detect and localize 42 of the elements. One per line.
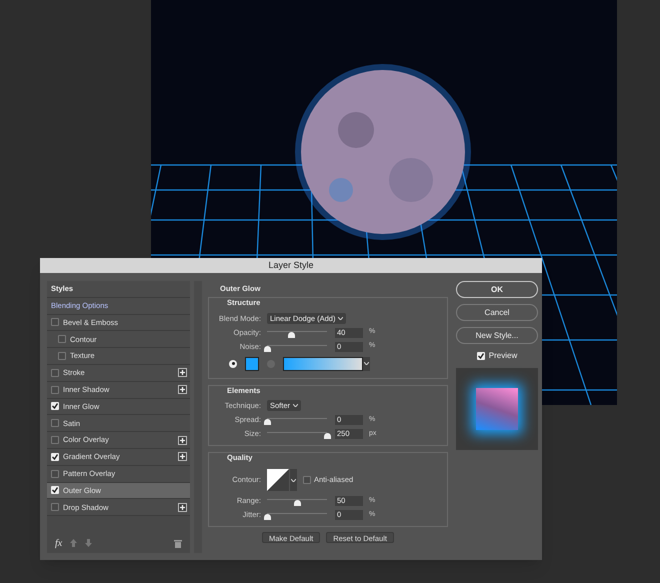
checkbox[interactable] (303, 476, 311, 484)
slider[interactable] (267, 510, 327, 520)
checkbox[interactable] (51, 503, 59, 512)
caret-icon (338, 317, 344, 320)
checkbox[interactable] (51, 436, 59, 444)
slider-thumb[interactable] (264, 418, 270, 425)
dropdown-button[interactable] (363, 356, 370, 370)
checkbox[interactable] (51, 486, 59, 494)
add-button[interactable] (178, 385, 187, 394)
window-title: Layer Style (268, 258, 314, 272)
add-button[interactable] (178, 452, 187, 462)
add-button[interactable] (178, 436, 187, 445)
checkbox[interactable] (51, 470, 59, 478)
contour-picker[interactable] (267, 469, 297, 491)
dialog-button[interactable]: OK (456, 281, 538, 298)
fx-label[interactable]: fx (55, 536, 62, 550)
slider[interactable] (267, 496, 327, 506)
trash-icon[interactable] (174, 538, 182, 548)
checkbox[interactable] (51, 368, 59, 377)
slider-thumb[interactable] (264, 346, 270, 352)
slider-thumb[interactable] (264, 514, 270, 520)
caret-icon (291, 478, 296, 482)
checkbox[interactable] (51, 386, 59, 394)
checkbox[interactable] (51, 419, 59, 428)
dialog-button[interactable]: Cancel (456, 304, 538, 321)
slider-thumb[interactable] (324, 432, 330, 439)
gradient-swatch[interactable] (283, 356, 363, 370)
slider-thumb[interactable] (294, 500, 300, 506)
checkbox[interactable] (51, 452, 59, 461)
add-button[interactable] (178, 368, 187, 378)
checkbox[interactable] (58, 335, 66, 344)
checkbox-label: Preview (488, 350, 518, 362)
dialog-button[interactable]: New Style... (456, 327, 538, 344)
checkbox[interactable] (51, 402, 59, 410)
color-swatch[interactable] (245, 356, 259, 370)
radio-button[interactable] (229, 360, 237, 368)
add-button[interactable] (178, 502, 187, 512)
checkbox[interactable] (51, 318, 59, 326)
caret-icon (293, 404, 298, 408)
checkbox[interactable] (58, 352, 66, 360)
caret-icon (364, 362, 369, 365)
checkbox[interactable] (476, 352, 485, 360)
